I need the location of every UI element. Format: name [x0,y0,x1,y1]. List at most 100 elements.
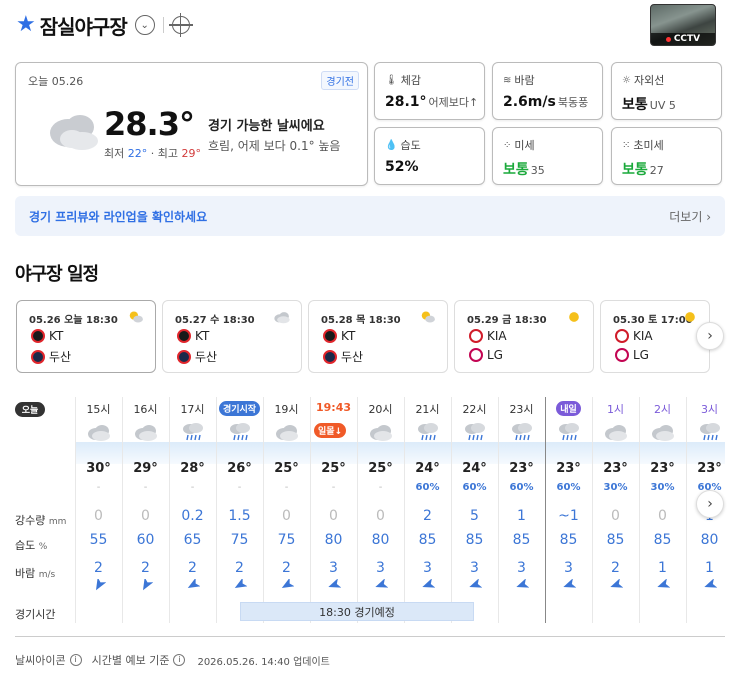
wind-speed: 1 [658,560,667,576]
team-name: KT [49,329,64,343]
team-name: KT [195,329,210,343]
wind-speed: 2 [235,560,244,576]
humidity-value: 80 [324,532,343,548]
metric-label-text: 자외선 [633,74,665,87]
hour-column: 경기시작 26° - 1.5 75 2 [216,397,263,623]
preview-banner[interactable]: 경기 프리뷰와 라인업을 확인하세요 더보기 › [15,196,725,236]
metric-value: 보통 35 [503,159,545,179]
hour-temperature: 30° [86,461,111,476]
hour-column: 21시 24° 60% 2 85 3 [404,397,451,623]
day-divider [545,397,546,623]
metric-label-text: 습도 [400,139,421,152]
precipitation-probability: - [331,482,336,493]
metric-sub-text: 어제보다↑ [428,96,479,109]
metric-value: 보통 27 [622,159,664,179]
thermometer-icon: 🌡 [385,74,398,86]
metric-card[interactable]: ≋ 바람 2.6m/s 북동풍 [492,62,603,120]
wind-speed: 3 [564,560,573,576]
wind-direction-icon [375,579,388,588]
min-max-temperature: 최저 22° · 최고 29° [104,145,201,161]
hour-column: 19:43 일몰↓ 25° - 0 80 3 [310,397,357,623]
wind-direction-icon [610,579,623,588]
metric-card[interactable]: ⁙ 초미세 보통 27 [611,127,722,185]
dust-icon: ⁘ [503,139,512,151]
game-time-row-label: 경기시간 [15,608,56,621]
chevron-down-icon[interactable]: ⌄ [134,15,155,35]
team-logo-icon [31,329,45,343]
humidity-value: 80 [371,532,390,548]
location-target-icon[interactable] [168,13,193,37]
high-temp: 29° [181,147,202,160]
game-card[interactable]: 05.29 금 18:30 KIA LG [454,300,594,373]
team-row: LG [615,348,649,362]
cloudy-icon [50,115,98,150]
metric-value-text: 52% [385,159,419,175]
schedule-next-button[interactable]: › [696,322,724,350]
hour-column: 15시 30° - 0 55 2 [75,397,122,623]
wind-speed: 2 [188,560,197,576]
metric-label: 💧 습도 [385,137,421,153]
hour-column: 23시 23° 60% 1 85 3 [498,397,545,623]
hour-label: 16시 [133,403,158,416]
favorite-star-icon[interactable]: ★ [16,14,36,36]
sunset-badge: 일몰↓ [314,423,347,438]
humidity-row-label: 습도 % [15,539,48,552]
team-logo-icon [615,329,629,343]
metric-sub-text: 북동풍 [557,96,589,109]
metric-card[interactable]: ☼ 자외선 보통 UV 5 [611,62,722,120]
humidity-value: 80 [700,532,719,548]
cctv-label: CCTV [651,33,715,45]
game-card[interactable]: 05.27 수 18:30 KT 두산 [162,300,302,373]
precipitation-probability: - [237,482,242,493]
metric-value: 52% [385,159,421,175]
rain-icon [418,423,438,441]
game-card[interactable]: 05.26 오늘 18:30 KT 두산 [16,300,156,373]
rain-amount: 0 [658,508,667,524]
current-date: 오늘 05.26 [28,75,84,88]
humidity-value: 55 [89,532,108,548]
team-logo-icon [323,349,337,364]
precipitation-probability: - [190,482,195,493]
wind-speed: 3 [470,560,479,576]
more-link[interactable]: 더보기 › [669,208,711,225]
partly-cloudy-icon [421,311,435,323]
game-date: 05.29 금 18:30 [467,315,547,326]
rain-icon [512,423,532,441]
cctv-thumbnail[interactable]: CCTV [650,4,716,46]
game-date: 05.27 수 18:30 [175,315,255,326]
hour-pill: 내일 [556,401,581,416]
team-row: KT [323,329,355,343]
metric-label: ☼ 자외선 [622,72,664,88]
hour-temperature: 26° [227,461,252,476]
fine-dust-icon: ⁙ [622,139,631,151]
info-icon[interactable]: i [173,654,186,666]
precipitation-probability: 30% [650,482,675,493]
hour-temperature: 25° [274,461,299,476]
team-name: 두산 [195,350,218,364]
hourly-next-button[interactable]: › [696,490,724,518]
team-logo-icon [323,329,337,343]
metric-card[interactable]: 🌡 체감 28.1° 어제보다↑ [374,62,485,120]
game-card[interactable]: 05.28 목 18:30 KT 두산 [308,300,448,373]
game-card[interactable]: 05.30 토 17:00 KIA LG [600,300,710,373]
humidity-value: 65 [183,532,202,548]
team-name: 두산 [341,350,364,364]
metric-card[interactable]: 💧 습도 52% [374,127,485,185]
cloudy-icon [135,425,157,441]
hour-column: 1시 23° 30% 0 85 2 [592,397,639,623]
forecast-basis-label: 시간별 예보 기준 [91,654,170,667]
hour-column: 내일 23° 60% ~1 85 3 [545,397,592,623]
hour-column: 16시 29° - 0 60 2 [122,397,169,623]
info-icon[interactable]: i [69,654,82,666]
wind-icon: ≋ [503,74,512,86]
team-name: KIA [633,329,653,343]
wind-speed: 3 [376,560,385,576]
cloudy-icon [605,425,627,441]
metric-value: 2.6m/s 북동풍 [503,94,588,110]
metric-label: 🌡 체감 [385,72,421,88]
metric-sub-text: UV 5 [649,99,676,112]
humidity-value: 60 [136,532,155,548]
metric-card[interactable]: ⁘ 미세 보통 35 [492,127,603,185]
hour-temperature: 23° [650,461,675,476]
hour-temperature: 23° [697,461,722,476]
